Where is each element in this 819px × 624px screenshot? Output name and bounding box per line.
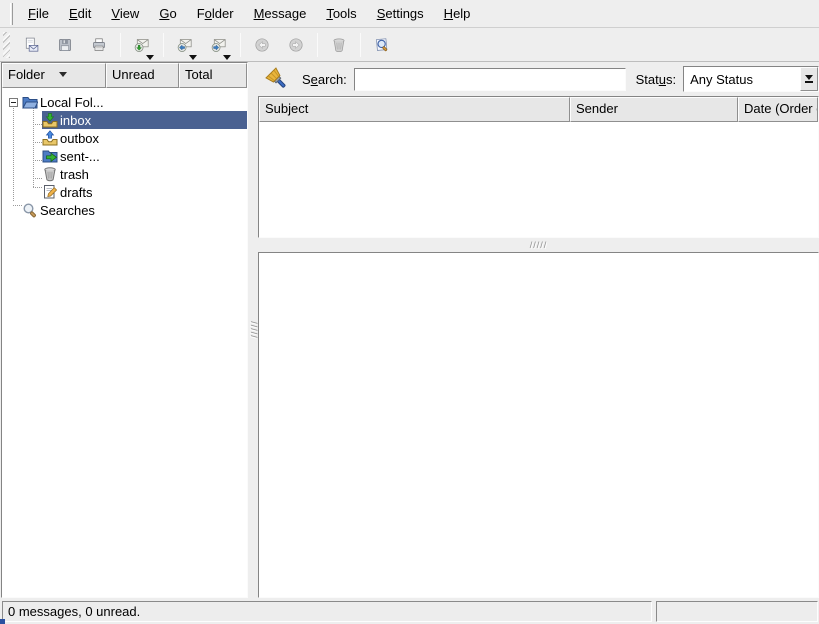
trash-folder-icon: [42, 166, 58, 182]
dropdown-caret-icon[interactable]: [189, 55, 197, 60]
menubar: File Edit View Go Folder Message Tools S…: [0, 0, 819, 28]
dropdown-caret-icon[interactable]: [146, 55, 154, 60]
find-messages-button[interactable]: [366, 30, 398, 60]
drafts-icon: [42, 184, 58, 200]
reply-icon: [177, 37, 193, 53]
column-header-sender[interactable]: Sender: [570, 97, 738, 122]
message-preview-pane[interactable]: [258, 252, 819, 598]
folder-row-searches[interactable]: Searches: [2, 201, 247, 219]
previous-icon: [254, 37, 270, 53]
outbox-icon: [42, 130, 58, 146]
progress-indicator: [0, 619, 5, 624]
column-header-unread[interactable]: Unread: [106, 63, 179, 88]
column-header-date[interactable]: Date (Order o: [738, 97, 818, 122]
sort-arrow-icon: [59, 72, 67, 77]
vertical-splitter[interactable]: /////: [249, 62, 258, 598]
clear-search-broom-icon: [265, 67, 289, 91]
toolbar-separator: [120, 33, 121, 57]
toolbar-separator: [317, 33, 318, 57]
print-icon: [91, 37, 107, 53]
folder-row-local-folders[interactable]: Local Fol...: [2, 93, 247, 111]
open-folder-icon: [22, 94, 38, 110]
menu-folder[interactable]: Folder: [188, 2, 243, 25]
status-label: Status:: [636, 72, 676, 87]
folder-tree: Local Fol... inbox: [2, 88, 247, 219]
menu-message[interactable]: Message: [245, 2, 316, 25]
folder-row-drafts[interactable]: drafts: [2, 183, 247, 201]
folder-row-trash[interactable]: trash: [2, 165, 247, 183]
menu-edit[interactable]: Edit: [60, 2, 100, 25]
reply-button[interactable]: [169, 30, 201, 60]
folder-row-outbox[interactable]: outbox: [2, 129, 247, 147]
chevron-down-icon: [805, 75, 813, 80]
status-combobox-value: Any Status: [684, 72, 800, 87]
folder-list-header: Folder Unread Total: [2, 63, 247, 88]
check-mail-button[interactable]: [126, 30, 158, 60]
sent-folder-icon: [42, 148, 58, 164]
toolbar-separator: [163, 33, 164, 57]
column-header-total[interactable]: Total: [179, 63, 247, 88]
column-header-folder[interactable]: Folder: [2, 63, 106, 88]
new-message-button[interactable]: [15, 30, 47, 60]
toolbar-separator: [360, 33, 361, 57]
statusbar-secondary-panel: [656, 601, 818, 622]
mail-client-window: File Edit View Go Folder Message Tools S…: [0, 0, 819, 624]
save-icon: [57, 37, 73, 53]
folder-panel: Folder Unread Total Local Fol...: [1, 62, 248, 598]
menu-view[interactable]: View: [102, 2, 148, 25]
toolbar: [0, 28, 819, 62]
column-header-subject[interactable]: Subject: [259, 97, 570, 122]
splitter-grip: /////: [530, 240, 548, 250]
folder-row-sent[interactable]: sent-...: [2, 147, 247, 165]
combobox-arrow-underline: [805, 81, 813, 83]
find-messages-icon: [374, 37, 390, 53]
check-mail-icon: [134, 37, 150, 53]
next-button[interactable]: [280, 30, 312, 60]
searches-icon: [22, 202, 38, 218]
clear-search-button[interactable]: [262, 64, 292, 94]
save-button[interactable]: [49, 30, 81, 60]
search-label: Search:: [302, 72, 347, 87]
print-button[interactable]: [83, 30, 115, 60]
statusbar: 0 messages, 0 unread.: [0, 600, 819, 624]
horizontal-splitter[interactable]: /////: [258, 238, 819, 252]
message-list: Subject Sender Date (Order o: [258, 96, 819, 238]
collapse-expander-icon[interactable]: [9, 98, 18, 107]
combobox-arrow-button[interactable]: [800, 67, 818, 91]
toolbar-separator: [240, 33, 241, 57]
message-list-header: Subject Sender Date (Order o: [259, 97, 818, 121]
folder-row-inbox[interactable]: inbox: [2, 111, 247, 129]
dropdown-caret-icon[interactable]: [223, 55, 231, 60]
menu-help[interactable]: Help: [435, 2, 480, 25]
search-toolbar: Search: Status: Any Status: [258, 62, 819, 96]
statusbar-message: 0 messages, 0 unread.: [2, 601, 652, 622]
toolbar-handle[interactable]: [3, 32, 10, 58]
trash-button[interactable]: [323, 30, 355, 60]
search-input[interactable]: [354, 68, 626, 91]
new-message-icon: [23, 37, 39, 53]
menu-tools[interactable]: Tools: [317, 2, 365, 25]
forward-icon: [211, 37, 227, 53]
menu-go[interactable]: Go: [150, 2, 185, 25]
menu-settings[interactable]: Settings: [368, 2, 433, 25]
trash-icon: [331, 37, 347, 53]
menubar-handle[interactable]: [10, 3, 13, 25]
inbox-icon: [42, 112, 58, 128]
forward-button[interactable]: [203, 30, 235, 60]
next-icon: [288, 37, 304, 53]
previous-button[interactable]: [246, 30, 278, 60]
splitter-grip: /////: [249, 321, 259, 339]
status-filter-combobox[interactable]: Any Status: [683, 66, 819, 92]
menu-file[interactable]: File: [19, 2, 58, 25]
